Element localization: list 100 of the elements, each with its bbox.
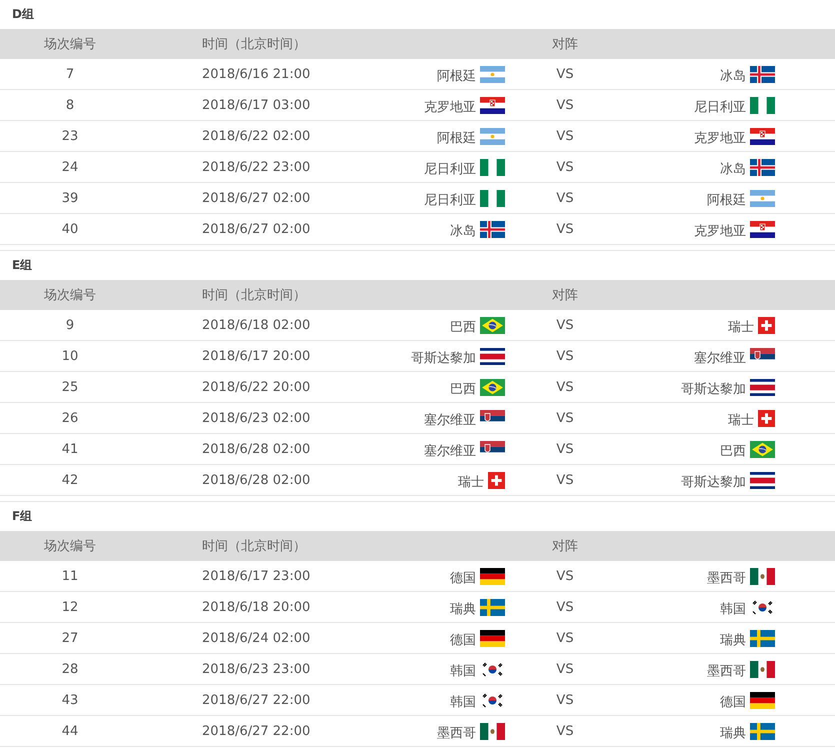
match-time: 2018/6/23 23:00 bbox=[201, 662, 310, 676]
match-time: 2018/6/27 22:00 bbox=[201, 692, 310, 708]
team-name: 瑞士 bbox=[728, 412, 754, 428]
match-number: 42 bbox=[62, 472, 78, 488]
mexico-flag-icon bbox=[750, 568, 775, 584]
column-header: 对阵 bbox=[552, 538, 578, 555]
vs-label: VS bbox=[556, 160, 574, 174]
sweden-flag-icon bbox=[750, 630, 775, 646]
match-time: 2018/6/17 23:00 bbox=[201, 568, 310, 584]
match-time: 2018/6/18 02:00 bbox=[201, 318, 310, 332]
group-title: E组 bbox=[11, 257, 32, 274]
match-time: 2018/6/22 20:00 bbox=[201, 380, 310, 394]
vs-label: VS bbox=[556, 348, 574, 364]
iceland-flag-icon bbox=[750, 66, 775, 82]
sweden-flag-icon bbox=[480, 598, 505, 616]
team-name: 尼日利亚 bbox=[424, 160, 476, 178]
costa-rica-flag-icon bbox=[750, 378, 775, 396]
brazil-flag-icon bbox=[480, 316, 505, 334]
team-name: 瑞典 bbox=[720, 632, 746, 648]
south-korea-flag-icon bbox=[750, 598, 775, 616]
vs-label: VS bbox=[556, 724, 574, 738]
team-name: 克罗地亚 bbox=[424, 98, 476, 116]
switzerland-flag-icon bbox=[488, 472, 505, 488]
team-name: 德国 bbox=[450, 632, 476, 648]
team-name: 尼日利亚 bbox=[424, 192, 476, 208]
match-number: 23 bbox=[62, 128, 78, 144]
column-header: 时间（北京时间） bbox=[201, 36, 306, 53]
match-time: 2018/6/22 02:00 bbox=[201, 128, 310, 144]
team-name: 韩国 bbox=[450, 694, 476, 710]
column-header: 对阵 bbox=[552, 36, 578, 53]
costa-rica-flag-icon bbox=[480, 348, 505, 364]
match-number: 7 bbox=[66, 66, 74, 82]
team-name: 冰岛 bbox=[450, 222, 476, 240]
column-header: 场次编号 bbox=[44, 287, 96, 304]
team-name: 塞尔维亚 bbox=[424, 412, 476, 428]
team-name: 哥斯达黎加 bbox=[681, 474, 746, 490]
vs-label: VS bbox=[556, 442, 574, 456]
argentina-flag-icon bbox=[750, 190, 775, 206]
match-time: 2018/6/27 02:00 bbox=[201, 190, 310, 206]
germany-flag-icon bbox=[750, 692, 775, 708]
croatia-flag-icon bbox=[480, 96, 505, 114]
vs-label: VS bbox=[556, 472, 574, 488]
team-name: 巴西 bbox=[450, 318, 476, 336]
south-korea-flag-icon bbox=[480, 692, 505, 708]
match-time: 2018/6/18 20:00 bbox=[201, 600, 310, 614]
vs-label: VS bbox=[556, 318, 574, 332]
team-name: 塞尔维亚 bbox=[424, 442, 476, 460]
south-korea-flag-icon bbox=[480, 660, 505, 678]
team-name: 巴西 bbox=[450, 380, 476, 398]
iceland-flag-icon bbox=[750, 158, 775, 176]
column-header: 对阵 bbox=[552, 287, 578, 304]
switzerland-flag-icon bbox=[758, 316, 775, 334]
croatia-flag-icon bbox=[750, 220, 775, 238]
match-number: 40 bbox=[62, 222, 78, 236]
match-time: 2018/6/27 02:00 bbox=[201, 222, 310, 236]
team-name: 瑞典 bbox=[720, 724, 746, 742]
match-time: 2018/6/27 22:00 bbox=[201, 724, 310, 738]
team-name: 德国 bbox=[720, 694, 746, 710]
match-time: 2018/6/28 02:00 bbox=[201, 472, 310, 488]
match-number: 10 bbox=[62, 348, 78, 364]
match-number: 8 bbox=[66, 98, 74, 112]
brazil-flag-icon bbox=[750, 440, 775, 458]
vs-label: VS bbox=[556, 692, 574, 708]
match-time: 2018/6/17 20:00 bbox=[201, 348, 310, 364]
team-name: 哥斯达黎加 bbox=[411, 350, 476, 366]
team-name: 瑞士 bbox=[728, 318, 754, 336]
vs-label: VS bbox=[556, 380, 574, 394]
switzerland-flag-icon bbox=[758, 410, 775, 426]
match-time: 2018/6/23 02:00 bbox=[201, 410, 310, 426]
match-number: 44 bbox=[62, 724, 78, 738]
match-time: 2018/6/24 02:00 bbox=[201, 630, 310, 646]
team-name: 塞尔维亚 bbox=[694, 350, 746, 366]
argentina-flag-icon bbox=[480, 128, 505, 144]
team-name: 阿根廷 bbox=[707, 192, 746, 208]
mexico-flag-icon bbox=[480, 722, 505, 740]
vs-label: VS bbox=[556, 190, 574, 206]
team-name: 巴西 bbox=[720, 442, 746, 460]
vs-label: VS bbox=[556, 600, 574, 614]
mexico-flag-icon bbox=[750, 660, 775, 678]
sweden-flag-icon bbox=[750, 722, 775, 740]
team-name: 冰岛 bbox=[720, 68, 746, 84]
team-name: 德国 bbox=[450, 570, 476, 586]
match-number: 27 bbox=[62, 630, 78, 646]
vs-label: VS bbox=[556, 662, 574, 676]
team-name: 墨西哥 bbox=[437, 724, 476, 742]
team-name: 尼日利亚 bbox=[694, 98, 746, 116]
match-time: 2018/6/22 23:00 bbox=[201, 160, 310, 174]
match-number: 24 bbox=[62, 160, 78, 174]
group-title: D组 bbox=[11, 6, 34, 23]
vs-label: VS bbox=[556, 410, 574, 426]
team-name: 冰岛 bbox=[720, 160, 746, 178]
team-name: 瑞典 bbox=[450, 600, 476, 618]
nigeria-flag-icon bbox=[480, 190, 505, 206]
vs-label: VS bbox=[556, 98, 574, 112]
team-name: 阿根廷 bbox=[437, 68, 476, 84]
match-time: 2018/6/28 02:00 bbox=[201, 442, 310, 456]
match-number: 43 bbox=[62, 692, 78, 708]
croatia-flag-icon bbox=[750, 128, 775, 144]
argentina-flag-icon bbox=[480, 66, 505, 82]
group-title: F组 bbox=[11, 508, 32, 525]
